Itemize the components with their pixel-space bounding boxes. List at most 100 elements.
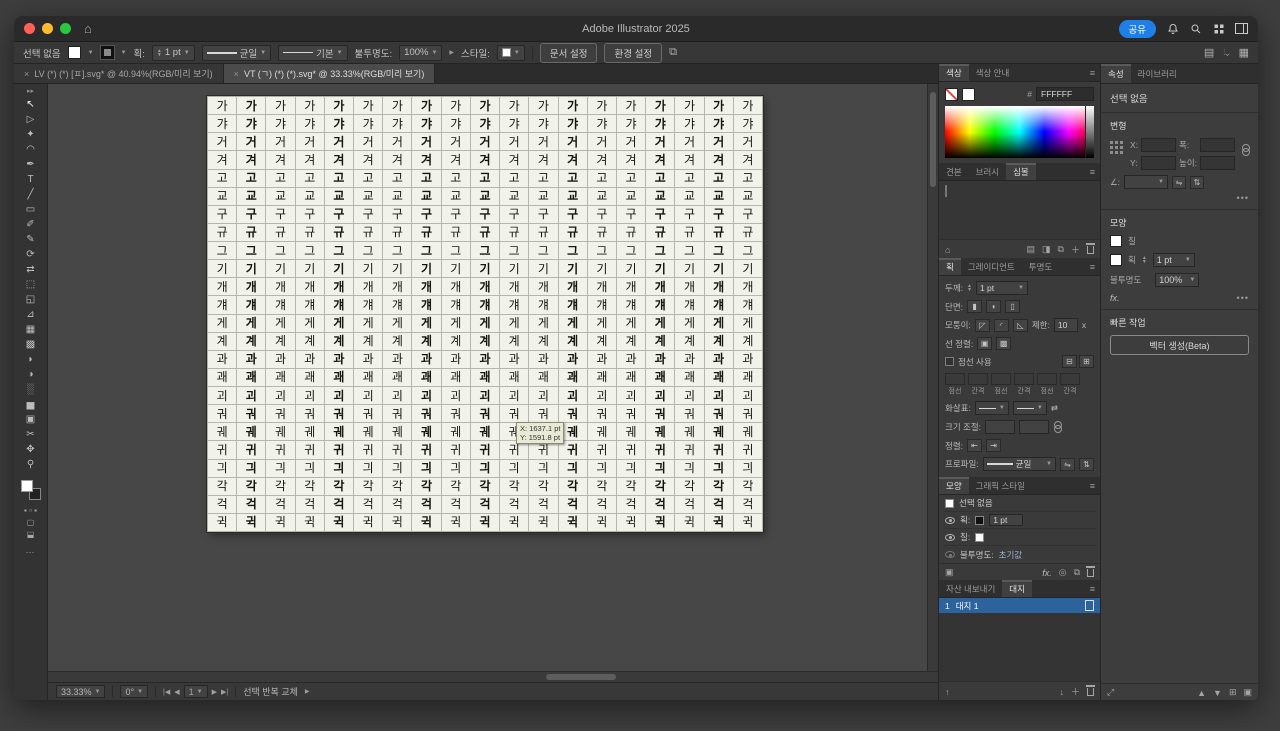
paintbrush-tool[interactable]: ✐: [19, 217, 43, 232]
arrow-scale-start-input[interactable]: [985, 420, 1015, 434]
style-select[interactable]: ▼: [497, 45, 525, 61]
rectangle-tool[interactable]: ▭: [19, 202, 43, 217]
prev-artboard-icon[interactable]: ◀: [174, 688, 179, 696]
appearance-opacity-row[interactable]: 불투명도: 초기값: [943, 546, 1096, 563]
effects-icon[interactable]: fx.: [1110, 293, 1120, 303]
lasso-tool[interactable]: ◠: [19, 142, 43, 157]
vertical-scrollbar-thumb[interactable]: [930, 92, 936, 187]
panel-menu-icon[interactable]: ≡: [1090, 258, 1100, 275]
shape-builder-tool[interactable]: ◱: [19, 292, 43, 307]
pen-tool[interactable]: ✒: [19, 157, 43, 172]
dash-field[interactable]: 점선: [945, 373, 965, 396]
artboard-nav-select[interactable]: 1▼: [184, 685, 208, 698]
tab-color-guide[interactable]: 색상 안내: [969, 64, 1017, 81]
y-input[interactable]: [1141, 156, 1176, 170]
direct-selection-tool[interactable]: ▷: [19, 112, 43, 127]
artboard-tool[interactable]: ▣: [19, 412, 43, 427]
appearance-stroke-row[interactable]: 획: 1 pt: [943, 512, 1096, 529]
collapse-panels-icon[interactable]: ⤢: [1107, 687, 1114, 698]
free-transform-tool[interactable]: ⬚: [19, 277, 43, 292]
duplicate-item-icon[interactable]: ⧉: [1074, 567, 1080, 578]
clear-appearance-icon[interactable]: ◎: [1059, 567, 1067, 578]
color-spectrum[interactable]: [945, 106, 1094, 158]
appearance-stroke-width[interactable]: 1 pt: [989, 514, 1023, 526]
close-icon[interactable]: ×: [24, 69, 29, 79]
tab-swatches[interactable]: 견본: [939, 163, 969, 180]
zoom-window-button[interactable]: [60, 23, 71, 34]
swap-arrowheads-icon[interactable]: ⇄: [1051, 403, 1058, 414]
symbol-sprayer-tool[interactable]: ░: [19, 382, 43, 397]
panel-menu-icon[interactable]: ≡: [1090, 477, 1100, 494]
tab-symbols[interactable]: 심볼: [1006, 163, 1036, 180]
tab-appearance[interactable]: 모양: [939, 477, 969, 494]
fill-swatch[interactable]: [1110, 235, 1122, 247]
flip-along-icon[interactable]: ⇋: [1060, 458, 1075, 471]
dock-up-icon[interactable]: ▲: [1197, 688, 1206, 698]
delete-symbol-icon[interactable]: [1087, 246, 1094, 254]
arrow-scale-end-input[interactable]: [1019, 420, 1049, 434]
new-panel-icon[interactable]: ⊞: [1229, 687, 1237, 698]
bevel-join-button[interactable]: ◺: [1013, 319, 1028, 332]
tab-stroke[interactable]: 획: [939, 258, 961, 275]
dash-field[interactable]: 간격: [968, 373, 988, 396]
arrow-align-end-button[interactable]: ⇥: [986, 439, 1001, 452]
draw-mode-icon[interactable]: ▢: [27, 518, 35, 527]
more-options-icon[interactable]: •••: [1237, 293, 1249, 303]
magic-wand-tool[interactable]: ✦: [19, 127, 43, 142]
align-center-button[interactable]: ▣: [977, 337, 992, 350]
panel-options-icon[interactable]: ▣: [1243, 687, 1252, 698]
mesh-tool[interactable]: ▦: [19, 322, 43, 337]
chevron-right-icon[interactable]: ▶: [449, 49, 454, 56]
document-tab-lv[interactable]: × LV (*) (*) [ㅍ].svg* @ 40.94%(RGB/미리 보기…: [14, 64, 224, 83]
panel-layout-icon[interactable]: [1235, 22, 1248, 35]
height-input[interactable]: [1200, 156, 1235, 170]
tab-brushes[interactable]: 브러시: [969, 163, 1006, 180]
appearance-fill-row[interactable]: 칠:: [943, 529, 1096, 546]
current-color-swatch[interactable]: [962, 88, 975, 101]
screen-mode-icon[interactable]: ⬓: [27, 530, 35, 539]
selection-tool[interactable]: ↖: [19, 97, 43, 112]
zoom-select[interactable]: 33.33%▼: [56, 685, 105, 698]
arrow-end-select[interactable]: ▼: [1013, 401, 1047, 415]
next-artboard-icon[interactable]: ▶: [212, 688, 217, 696]
horizontal-scrollbar[interactable]: [48, 671, 938, 682]
width-tool[interactable]: ⇄: [19, 262, 43, 277]
angle-select[interactable]: ▼: [1124, 175, 1168, 189]
effects-icon[interactable]: fx.: [1042, 568, 1052, 578]
color-mode-icon[interactable]: ▪ ▫ ▪: [24, 506, 37, 515]
new-artboard-icon[interactable]: ＋: [1071, 685, 1080, 698]
width-input[interactable]: [1200, 138, 1235, 152]
perspective-grid-tool[interactable]: ⊿: [19, 307, 43, 322]
projecting-cap-button[interactable]: ▯: [1005, 300, 1020, 313]
share-button[interactable]: 공유: [1119, 20, 1156, 38]
gradient-tool[interactable]: ▩: [19, 337, 43, 352]
column-graph-tool[interactable]: ▅: [19, 397, 43, 412]
place-symbol-icon[interactable]: ◨: [1042, 244, 1051, 255]
document-arrangement-icon[interactable]: ▤: [1204, 46, 1214, 59]
line-segment-tool[interactable]: ╱: [19, 187, 43, 202]
tab-libraries[interactable]: 라이브러리: [1131, 64, 1184, 83]
x-input[interactable]: [1141, 138, 1176, 152]
grayscale-ramp[interactable]: [1085, 106, 1094, 158]
first-artboard-icon[interactable]: |◀: [163, 688, 170, 696]
tab-asset-export[interactable]: 자산 내보내기: [939, 580, 1002, 597]
panel-menu-icon[interactable]: ≡: [1090, 580, 1100, 597]
link-scale-icon[interactable]: [1053, 421, 1061, 433]
new-stroke-icon[interactable]: ▣: [945, 567, 954, 578]
dash-field[interactable]: 점선: [1037, 373, 1057, 396]
stroke-swatch[interactable]: [101, 46, 114, 59]
visibility-eye-icon[interactable]: [945, 534, 955, 541]
minimize-window-button[interactable]: [42, 23, 53, 34]
bell-icon[interactable]: [1166, 22, 1179, 35]
panel-menu-icon[interactable]: ≡: [1090, 163, 1100, 180]
dock-down-icon[interactable]: ▼: [1213, 688, 1222, 698]
slice-tool[interactable]: ✂: [19, 427, 43, 442]
symbol-list-icon[interactable]: ▤: [1027, 244, 1036, 255]
align-dash-button[interactable]: ⊞: [1079, 355, 1094, 368]
arrow-align-tip-button[interactable]: ⇤: [967, 439, 982, 452]
miter-limit-input[interactable]: 10: [1054, 318, 1078, 332]
more-options-icon[interactable]: •••: [1110, 193, 1249, 203]
preserve-dash-button[interactable]: ⊟: [1062, 355, 1077, 368]
none-color-swatch[interactable]: [945, 88, 958, 101]
type-tool[interactable]: T: [19, 172, 43, 187]
